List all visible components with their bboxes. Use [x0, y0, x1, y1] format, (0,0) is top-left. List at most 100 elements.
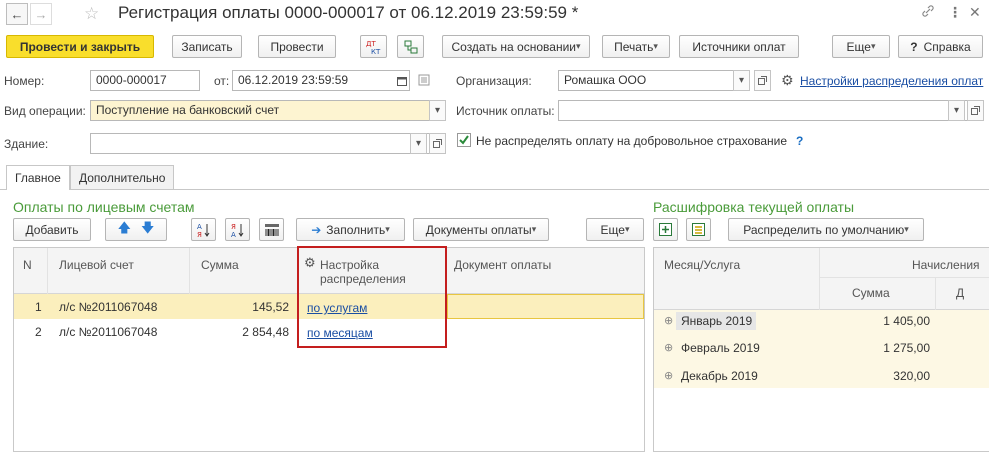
col-header-cut[interactable]: Д [956, 286, 964, 300]
svg-text:Я: Я [231, 223, 236, 231]
building-open-icon[interactable] [429, 133, 446, 154]
forward-button[interactable]: → [30, 3, 52, 25]
col-header-accruals[interactable]: Начисления [912, 258, 980, 272]
gear-icon[interactable]: ⚙ [781, 72, 794, 89]
structure-button[interactable] [397, 35, 424, 58]
distribute-default-button[interactable]: Распределить по умолчанию [728, 218, 924, 241]
fill-label: Заполнить [326, 222, 386, 237]
row-sum: 2 854,48 [242, 325, 289, 339]
post-and-close-button[interactable]: Провести и закрыть [6, 35, 154, 58]
collapse-tree-icon [692, 223, 705, 236]
print-button[interactable]: Печать [602, 35, 670, 58]
list-icon[interactable] [418, 74, 430, 86]
expand-plus-icon[interactable]: ⊕ [664, 369, 673, 382]
organization-open-icon[interactable] [754, 70, 771, 91]
breakdown-section-title: Расшифровка текущей оплаты [653, 199, 855, 215]
col-header-month-service[interactable]: Месяц/Услуга [664, 258, 740, 272]
col-header-n[interactable]: N [23, 258, 32, 272]
expand-all-button[interactable] [653, 218, 678, 241]
tree-row-sum: 1 275,00 [883, 341, 930, 355]
dt-kt-button[interactable]: ДТ КТ [360, 35, 387, 58]
print-label: Печать [614, 39, 654, 54]
row-account: л/с №2011067048 [59, 300, 158, 314]
dt-kt-icon: ДТ КТ [366, 40, 381, 55]
payment-docs-label: Документы оплаты [425, 222, 532, 237]
arrow-up-icon[interactable]: 🡅 [118, 219, 131, 241]
payment-source-open-icon[interactable] [967, 100, 984, 121]
left-more-button[interactable]: Еще [586, 218, 644, 241]
col-header-account[interactable]: Лицевой счет [59, 258, 134, 272]
tab-additional[interactable]: Дополнительно [70, 165, 175, 189]
date-field[interactable]: 06.12.2019 23:59:59 [232, 70, 410, 91]
tree-row-label: Февраль 2019 [681, 341, 760, 355]
help-icon: ? [910, 39, 918, 54]
col-separator [819, 248, 820, 310]
sort-desc-button[interactable]: Я А [225, 218, 250, 241]
close-icon[interactable]: ✕ [969, 4, 981, 21]
svg-text:А: А [197, 223, 202, 231]
barcode-button[interactable] [259, 218, 284, 241]
sort-asc-button[interactable]: А Я [191, 218, 216, 241]
payment-docs-button[interactable]: Документы оплаты [413, 218, 549, 241]
payments-table: N Лицевой счет Сумма ⚙ Настройка распред… [13, 246, 645, 452]
building-field[interactable] [90, 133, 446, 154]
number-label: Номер: [4, 74, 45, 88]
col-separator [47, 248, 48, 294]
link-icon[interactable] [921, 4, 935, 18]
fill-button[interactable]: ➔ Заполнить [296, 218, 405, 241]
building-dropdown-icon[interactable]: ▾ [410, 133, 427, 154]
operation-type-label: Вид операции: [4, 104, 86, 118]
more-button[interactable]: Еще [832, 35, 890, 58]
save-button[interactable]: Записать [172, 35, 242, 58]
help-label: Справка [923, 39, 971, 54]
building-label: Здание: [4, 137, 49, 151]
arrow-left-icon: ← [10, 6, 24, 22]
sort-ascending-icon: А Я [197, 223, 209, 238]
payment-doc-cell-active[interactable] [447, 294, 644, 319]
no-distribute-label[interactable]: Не распределять оплату на добровольное с… [476, 134, 787, 148]
favorite-star-icon[interactable]: ☆ [84, 4, 99, 24]
col-header-sum[interactable]: Сумма [201, 258, 239, 272]
payment-source-field[interactable] [558, 100, 984, 121]
payment-source-label: Источник оплаты: [456, 104, 555, 118]
organization-dropdown-icon[interactable]: ▾ [733, 70, 750, 91]
barcode-icon [264, 223, 279, 236]
organization-field[interactable]: Ромашка ООО [558, 70, 748, 91]
row-n: 1 [35, 300, 42, 314]
collapse-all-button[interactable] [686, 218, 711, 241]
col-separator [189, 248, 190, 294]
arrow-right-icon: → [34, 6, 48, 22]
window-title: Регистрация оплаты 0000-000017 от 06.12.… [118, 3, 579, 22]
sort-descending-icon: Я А [231, 223, 243, 238]
arrow-down-icon[interactable]: 🡇 [141, 219, 154, 241]
svg-text:КТ: КТ [371, 48, 381, 55]
tab-main[interactable]: Главное [6, 165, 70, 190]
vertical-dots-icon[interactable]: ⋮ [948, 4, 962, 21]
calendar-icon[interactable] [393, 71, 410, 90]
back-button[interactable]: ← [6, 3, 28, 25]
header-divider [820, 277, 989, 278]
expand-tree-icon [659, 223, 672, 236]
create-based-on-button[interactable]: Создать на основании [442, 35, 590, 58]
operation-type-dropdown-icon[interactable]: ▾ [429, 100, 446, 121]
distribution-settings-link[interactable]: Настройки распределения оплат [800, 74, 983, 88]
add-button[interactable]: Добавить [13, 218, 91, 241]
date-label: от: [214, 74, 230, 88]
help-button[interactable]: ? Справка [898, 35, 983, 58]
col-separator [935, 278, 936, 310]
tree-row-label: Декабрь 2019 [681, 369, 758, 383]
col-header-payment-doc[interactable]: Документ оплаты [454, 258, 551, 272]
no-distribute-checkbox[interactable] [457, 133, 471, 147]
number-field[interactable]: 0000-000017 [90, 70, 200, 91]
question-icon[interactable]: ? [796, 134, 803, 148]
payment-sources-button[interactable]: Источники оплат [679, 35, 799, 58]
col-header-accruals-sum[interactable]: Сумма [852, 286, 890, 300]
fill-arrow-icon: ➔ [311, 222, 322, 237]
payment-source-dropdown-icon[interactable]: ▾ [948, 100, 965, 121]
operation-type-field[interactable]: Поступление на банковский счет [90, 100, 446, 121]
left-more-label: Еще [600, 222, 625, 237]
expand-plus-icon[interactable]: ⊕ [664, 341, 673, 354]
create-based-on-label: Создать на основании [451, 39, 576, 54]
post-button[interactable]: Провести [258, 35, 336, 58]
expand-plus-icon[interactable]: ⊕ [664, 314, 673, 327]
